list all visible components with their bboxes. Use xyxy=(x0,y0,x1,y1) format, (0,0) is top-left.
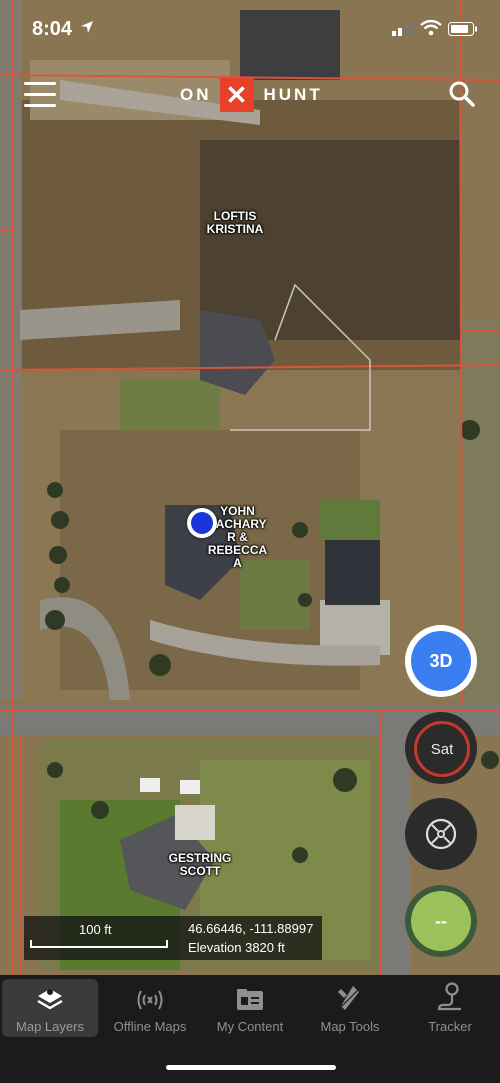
logo-text-hunt: HUNT xyxy=(263,85,323,104)
scale-label: 100 ft xyxy=(79,922,112,937)
status-bar: 8:04 xyxy=(0,0,500,60)
map-tools-icon xyxy=(338,986,362,1010)
3d-view-button[interactable]: 3D xyxy=(405,625,477,697)
logo-mark: ✕ xyxy=(219,78,254,112)
my-content-icon xyxy=(237,989,263,1010)
tab-offline-maps[interactable]: Offline Maps xyxy=(100,979,200,1037)
logo-text-on: ON xyxy=(180,85,212,104)
compass-button[interactable] xyxy=(405,798,477,870)
tab-tracker[interactable]: Tracker xyxy=(400,979,500,1037)
tab-map-tools[interactable]: Map Tools xyxy=(300,979,400,1037)
battery-icon xyxy=(448,22,477,36)
basemap-toggle-button[interactable]: Sat xyxy=(405,712,477,784)
onx-hunt-logo: ON ✕ HUNT xyxy=(180,78,323,112)
search-icon[interactable] xyxy=(448,80,476,108)
tab-label: Offline Maps xyxy=(113,1019,187,1034)
tracker-button[interactable]: -- xyxy=(405,885,477,957)
elevation-readout: Elevation 3820 ft xyxy=(188,940,285,955)
tab-label: Map Layers xyxy=(16,1019,84,1034)
menu-icon[interactable] xyxy=(24,82,56,108)
parcel-owner-label[interactable]: GESTRING SCOTT xyxy=(160,852,240,878)
map-info-panel: 100 ft 46.66446, -111.88997 Elevation 38… xyxy=(24,916,322,960)
tab-label: Map Tools xyxy=(320,1019,380,1034)
offline-maps-icon xyxy=(137,990,163,1010)
3d-view-label: 3D xyxy=(411,631,471,691)
home-indicator[interactable] xyxy=(166,1065,336,1070)
cellular-signal-icon xyxy=(392,22,414,36)
scale-bar xyxy=(30,940,168,948)
tracker-value: -- xyxy=(411,891,471,951)
user-location-marker xyxy=(187,508,217,538)
basemap-label: Sat xyxy=(414,721,470,777)
tab-label: My Content xyxy=(216,1019,284,1034)
location-arrow-icon xyxy=(81,21,93,33)
compass-icon xyxy=(425,818,457,850)
tab-map-layers[interactable]: Map Layers xyxy=(2,979,98,1037)
clock: 8:04 xyxy=(32,18,73,40)
parcel-owner-label[interactable]: LOFTIS KRISTINA xyxy=(200,210,270,236)
tab-my-content[interactable]: My Content xyxy=(200,979,300,1037)
tab-label: Tracker xyxy=(428,1019,472,1034)
tracker-icon xyxy=(437,982,461,1011)
wifi-icon xyxy=(420,20,442,36)
map-layers-icon xyxy=(37,989,63,1010)
coordinates-readout: 46.66446, -111.88997 xyxy=(188,921,314,936)
